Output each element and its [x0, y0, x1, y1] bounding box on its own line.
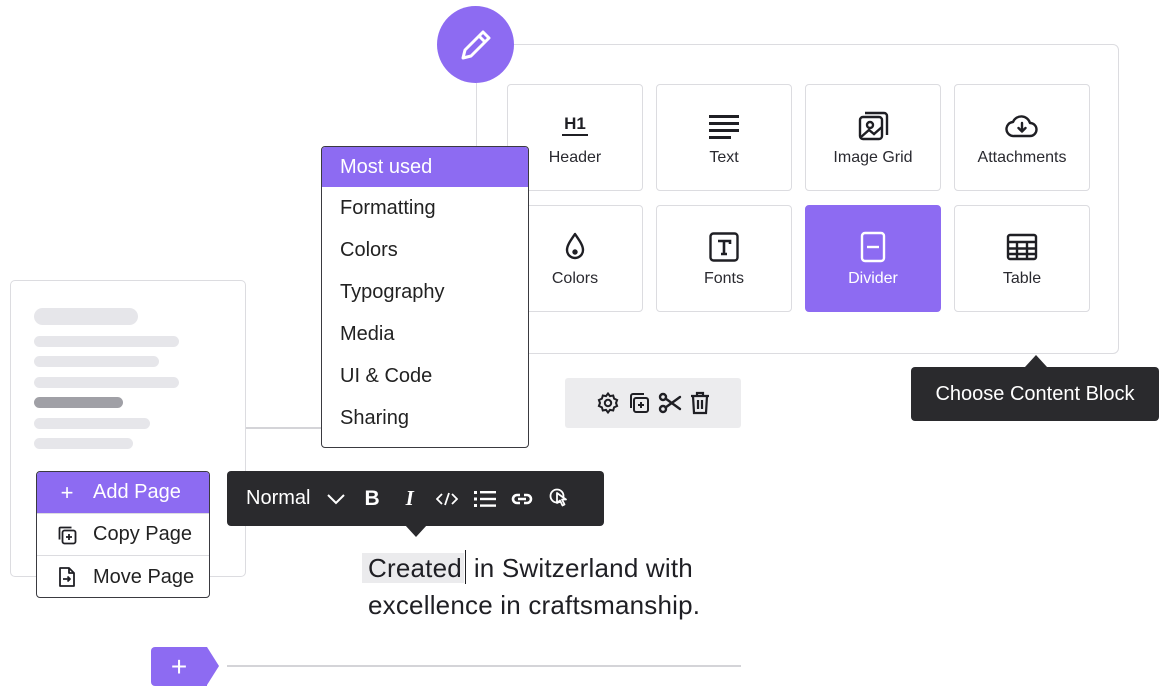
block-tile-divider[interactable]: Divider — [805, 205, 941, 312]
block-tile-image-grid[interactable]: Image Grid — [805, 84, 941, 191]
plus-icon: + — [60, 479, 74, 505]
pointer-button[interactable] — [548, 487, 570, 511]
italic-button[interactable]: I — [406, 486, 414, 511]
link-icon — [511, 493, 533, 504]
block-tile-fonts[interactable]: Fonts — [656, 205, 792, 312]
add-block-arrow — [207, 647, 219, 685]
page-actions-menu: + Add Page Copy Page Move Page — [36, 471, 210, 598]
block-tile-label: Table — [1002, 269, 1042, 287]
text-style-select[interactable]: Normal — [246, 487, 346, 510]
list-icon — [473, 490, 496, 507]
cursor-click-icon — [549, 488, 567, 506]
choose-block-tooltip: Choose Content Block — [911, 367, 1159, 421]
block-tile-label: Colors — [551, 269, 599, 287]
editor-text[interactable]: Created in Switzerland with excellence i… — [362, 550, 701, 624]
skeleton-line — [34, 377, 179, 388]
add-page-button[interactable]: + Add Page — [37, 472, 209, 514]
code-button[interactable] — [435, 492, 458, 506]
block-tile-label: Divider — [848, 269, 898, 287]
tooltip-arrow — [1025, 355, 1047, 367]
dropdown-item-formatting[interactable]: Formatting — [322, 187, 528, 229]
block-actions-toolbar — [565, 378, 741, 428]
table-icon — [1006, 230, 1038, 264]
block-tile-label: Attachments — [977, 148, 1067, 166]
skeleton-line — [34, 308, 138, 325]
code-icon — [435, 492, 458, 505]
block-tile-table[interactable]: Table — [954, 205, 1090, 312]
plus-icon: + — [170, 650, 188, 682]
skeleton-line — [34, 397, 123, 408]
list-button[interactable] — [473, 490, 496, 508]
copy-page-button[interactable]: Copy Page — [37, 514, 209, 556]
h1-icon: H1 — [562, 109, 588, 143]
chevron-down-icon — [327, 493, 346, 504]
line-text: in Switzerland with — [466, 553, 693, 583]
dropdown-item-typography[interactable]: Typography — [322, 271, 528, 313]
block-tile-attachments[interactable]: Attachments — [954, 84, 1090, 191]
menu-item-label: Move Page — [93, 565, 195, 588]
duplicate-icon[interactable] — [628, 392, 650, 414]
skeleton-line — [34, 418, 150, 429]
skeleton-line — [34, 336, 179, 347]
selected-word: Created — [362, 553, 464, 583]
copy-page-icon — [57, 525, 77, 545]
toolbar-arrow — [405, 525, 427, 537]
image-grid-icon — [857, 109, 889, 143]
bold-button[interactable]: B — [364, 487, 379, 511]
menu-item-label: Copy Page — [93, 523, 192, 545]
trash-icon[interactable] — [690, 391, 710, 415]
block-tile-label: Text — [709, 148, 739, 166]
skeleton-line — [34, 438, 133, 449]
move-page-button[interactable]: Move Page — [37, 556, 209, 597]
text-format-toolbar: Normal B I — [227, 471, 604, 526]
dropdown-item-sharing[interactable]: Sharing — [322, 397, 528, 439]
settings-icon[interactable] — [596, 391, 620, 415]
add-block-button[interactable]: + — [151, 647, 207, 686]
italic-icon: I — [405, 486, 414, 510]
scissors-icon[interactable] — [658, 392, 682, 414]
dropdown-item-ui-code[interactable]: UI & Code — [322, 355, 528, 397]
content-block-panel: H1 Header Text Image Grid Attachments Co… — [476, 44, 1119, 354]
pencil-icon — [461, 30, 490, 59]
dropdown-item-media[interactable]: Media — [322, 313, 528, 355]
editor-line: Created in Switzerland with — [362, 550, 700, 587]
block-tile-text[interactable]: Text — [656, 84, 792, 191]
skeleton-line — [34, 356, 159, 367]
block-tile-label: Fonts — [703, 269, 744, 287]
connector-line — [246, 427, 322, 429]
text-box-icon — [708, 230, 740, 264]
bold-icon: B — [364, 486, 380, 510]
block-tile-label: Header — [548, 148, 602, 166]
move-page-icon — [57, 566, 77, 588]
connector-line — [227, 665, 741, 667]
editor-line: excellence in craftsmanship. — [368, 590, 701, 620]
text-style-value: Normal — [246, 487, 311, 509]
droplet-icon — [562, 230, 588, 264]
edit-button[interactable] — [437, 6, 514, 83]
divider-icon — [860, 230, 886, 264]
dropdown-item-colors[interactable]: Colors — [322, 229, 528, 271]
cloud-download-icon — [1005, 109, 1039, 143]
text-align-icon — [708, 109, 740, 143]
dropdown-item-most-used[interactable]: Most used — [322, 147, 528, 187]
link-button[interactable] — [510, 491, 534, 507]
menu-item-label: Add Page — [93, 481, 181, 503]
category-dropdown: Most used Formatting Colors Typography M… — [321, 146, 529, 448]
block-tile-label: Image Grid — [833, 148, 913, 166]
